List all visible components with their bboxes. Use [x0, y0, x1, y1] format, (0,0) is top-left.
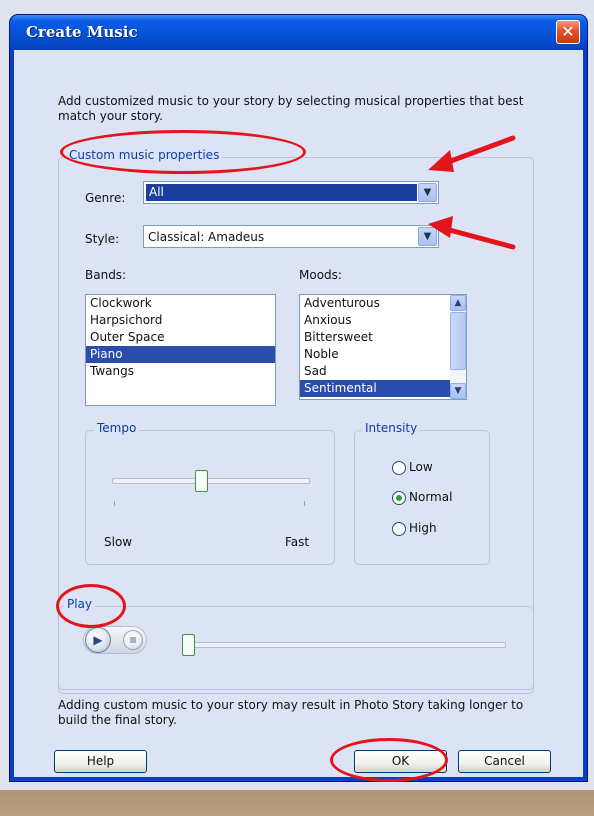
radio-label: High — [409, 521, 437, 535]
intensity-legend: Intensity — [362, 421, 421, 435]
moods-scrollbar[interactable]: ▲ ▼ — [450, 295, 466, 399]
play-button[interactable]: ▶ — [85, 627, 111, 653]
scroll-thumb[interactable] — [450, 312, 466, 370]
list-item[interactable]: Bittersweet — [300, 329, 450, 346]
cancel-button[interactable]: Cancel — [458, 750, 551, 773]
close-button[interactable]: ✕ — [556, 20, 580, 44]
intensity-normal-radio[interactable]: Normal — [392, 490, 472, 506]
style-dropdown[interactable]: Classical: Amadeus ▼ — [143, 225, 439, 248]
list-item[interactable]: Piano — [86, 346, 275, 363]
close-icon: ✕ — [561, 22, 575, 41]
radio-label: Low — [409, 460, 433, 474]
help-button[interactable]: Help — [54, 750, 147, 773]
annotation-ellipse — [330, 738, 448, 782]
play-position-track[interactable] — [182, 642, 506, 648]
tempo-fast-label: Fast — [285, 535, 310, 549]
style-label: Style: — [85, 232, 120, 246]
list-item[interactable]: Outer Space — [86, 329, 275, 346]
list-item[interactable]: Sentimental — [300, 380, 450, 397]
play-icon: ▶ — [93, 633, 103, 647]
moods-label: Moods: — [299, 268, 342, 282]
bands-listbox[interactable]: Clockwork Harpsichord Outer Space Piano … — [85, 294, 276, 406]
style-value: Classical: Amadeus — [148, 230, 265, 244]
genre-dropdown[interactable]: All ▼ — [143, 181, 439, 204]
radio-label: Normal — [409, 490, 453, 504]
stop-button[interactable] — [123, 630, 143, 650]
play-position-thumb[interactable] — [182, 634, 195, 656]
intensity-low-radio[interactable]: Low — [392, 460, 472, 476]
list-item[interactable]: Clockwork — [86, 295, 275, 312]
annotation-arrow-style — [428, 216, 516, 250]
list-item[interactable]: Harpsichord — [86, 312, 275, 329]
genre-value: All — [149, 185, 164, 199]
scroll-up-icon[interactable]: ▲ — [450, 295, 466, 311]
tempo-tick — [304, 501, 305, 506]
list-item[interactable]: Anxious — [300, 312, 450, 329]
genre-label: Genre: — [85, 191, 126, 205]
tempo-slow-label: Slow — [104, 535, 133, 549]
annotation-ellipse — [60, 130, 306, 174]
radio-button[interactable] — [392, 461, 406, 475]
list-item[interactable]: Twangs — [86, 363, 275, 380]
moods-listbox[interactable]: Adventurous Anxious Bittersweet Noble Sa… — [299, 294, 467, 400]
tempo-slider-track[interactable] — [112, 478, 310, 484]
tempo-slider-thumb[interactable] — [195, 470, 209, 492]
moods-items: Adventurous Anxious Bittersweet Noble Sa… — [300, 295, 450, 397]
title-bar[interactable]: Create Music ✕ — [10, 15, 587, 50]
list-item[interactable]: Sad — [300, 363, 450, 380]
list-item[interactable]: Adventurous — [300, 295, 450, 312]
tempo-tick — [114, 501, 115, 506]
radio-button[interactable] — [392, 491, 406, 505]
footer-note: Adding custom music to your story may re… — [58, 698, 524, 727]
radio-button[interactable] — [392, 522, 406, 536]
list-item[interactable]: Noble — [300, 346, 450, 363]
bands-label: Bands: — [85, 268, 127, 282]
annotation-arrows — [428, 135, 516, 250]
genre-selection: All — [146, 184, 417, 201]
tempo-legend: Tempo — [94, 421, 140, 435]
dialog-title: Create Music — [26, 23, 138, 41]
scroll-down-icon[interactable]: ▼ — [450, 383, 466, 399]
annotation-ellipse — [56, 584, 126, 628]
annotation-arrow-genre — [428, 135, 516, 172]
intensity-high-radio[interactable]: High — [392, 521, 472, 537]
